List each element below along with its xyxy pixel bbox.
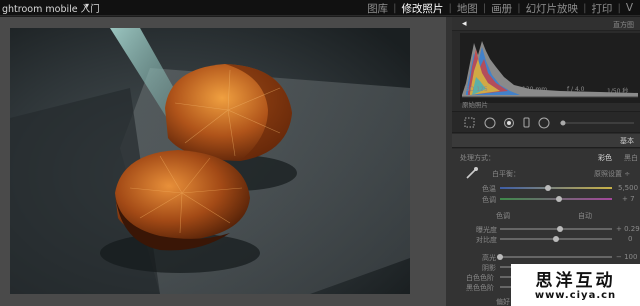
temp-slider-thumb[interactable] — [545, 185, 551, 191]
histogram-collapse-icon[interactable]: ◂ — [462, 19, 467, 29]
exposure-label: 曝光度 — [476, 226, 497, 234]
highlights-slider-thumb[interactable] — [497, 254, 503, 260]
tone-label: 色调 — [496, 212, 510, 220]
module-book[interactable]: 画册 — [486, 1, 517, 16]
exposure-slider-thumb[interactable] — [557, 226, 563, 232]
blacks-label: 黑色色阶 — [466, 284, 494, 292]
tint-value[interactable]: + 7 — [622, 195, 635, 203]
histogram-title: 直方图 — [613, 21, 634, 29]
module-slideshow[interactable]: 幻灯片放映 — [521, 1, 584, 16]
white-balance-label: 白平衡： — [492, 170, 520, 178]
highlights-value[interactable]: − 100 — [616, 253, 637, 261]
develop-right-panel: ◂ 直方图 ISO 125 120 mm f / 4.0 1/50 秒 原始照片 — [452, 17, 640, 306]
tool-strip-icons — [464, 117, 634, 129]
original-photo-checkbox[interactable]: 原始照片 — [462, 99, 488, 109]
hist-aperture: f / 4.0 — [567, 86, 585, 93]
highlights-label: 高光 — [482, 254, 496, 262]
treatment-color-option[interactable]: 彩色 — [598, 153, 612, 163]
basic-panel-title: 基本 — [620, 137, 634, 145]
watermark-name: 思洋互动 — [535, 271, 616, 291]
highlights-slider-track[interactable] — [500, 256, 612, 258]
module-library[interactable]: 图库 — [362, 1, 393, 16]
exposure-value[interactable]: + 0.29 — [616, 225, 640, 233]
orange-photo-illustration — [10, 28, 410, 294]
watermark-url: www.ciya.cn — [534, 290, 617, 301]
contrast-value[interactable]: 0 — [628, 235, 632, 243]
module-picker: 图库 | 修改照片 | 地图 | 画册 | 幻灯片放映 | 打印 | V — [362, 0, 638, 16]
tool-strip — [452, 111, 640, 133]
contrast-label: 对比度 — [476, 236, 497, 244]
whites-label: 白色色阶 — [466, 274, 494, 282]
treatment-bw-option[interactable]: 黑白 — [624, 153, 638, 163]
module-print[interactable]: 打印 — [586, 1, 617, 16]
tone-auto-button[interactable]: 自动 — [578, 211, 592, 221]
white-balance-dropdown[interactable]: 原照设置 ÷ — [594, 169, 630, 179]
module-develop[interactable]: 修改照片 — [396, 1, 448, 16]
white-balance-eyedropper-icon[interactable] — [464, 165, 480, 181]
hist-focal-length: 120 mm — [522, 86, 548, 93]
basic-panel-header[interactable]: 基本 — [452, 134, 640, 148]
hist-shutter: 1/50 秒 — [607, 88, 629, 95]
tint-label: 色调 — [482, 196, 496, 204]
module-web[interactable]: V — [621, 2, 638, 14]
temp-value[interactable]: 5,500 — [618, 184, 638, 192]
watermark: 思洋互动 www.ciya.cn — [511, 264, 640, 306]
top-bar: ghtroom mobile 入门 ▾ 图库 | 修改照片 | 地图 | 画册 … — [0, 0, 640, 16]
contrast-slider-thumb[interactable] — [553, 236, 559, 242]
photo-canvas[interactable] — [0, 17, 446, 306]
presence-label: 偏好 — [496, 298, 510, 306]
hist-iso: ISO 125 — [464, 86, 488, 93]
identity-plate-caret-icon[interactable]: ▾ — [85, 1, 89, 10]
module-map[interactable]: 地图 — [452, 1, 483, 16]
temp-slider-track[interactable] — [500, 187, 612, 189]
treatment-label: 处理方式： — [460, 154, 495, 162]
temp-label: 色温 — [482, 185, 496, 193]
photo-image[interactable] — [10, 28, 410, 294]
histogram-header[interactable]: ◂ 直方图 — [452, 17, 640, 31]
tint-slider-thumb[interactable] — [556, 196, 562, 202]
shadows-label: 阴影 — [482, 264, 496, 272]
exposure-slider-track[interactable] — [500, 228, 612, 230]
